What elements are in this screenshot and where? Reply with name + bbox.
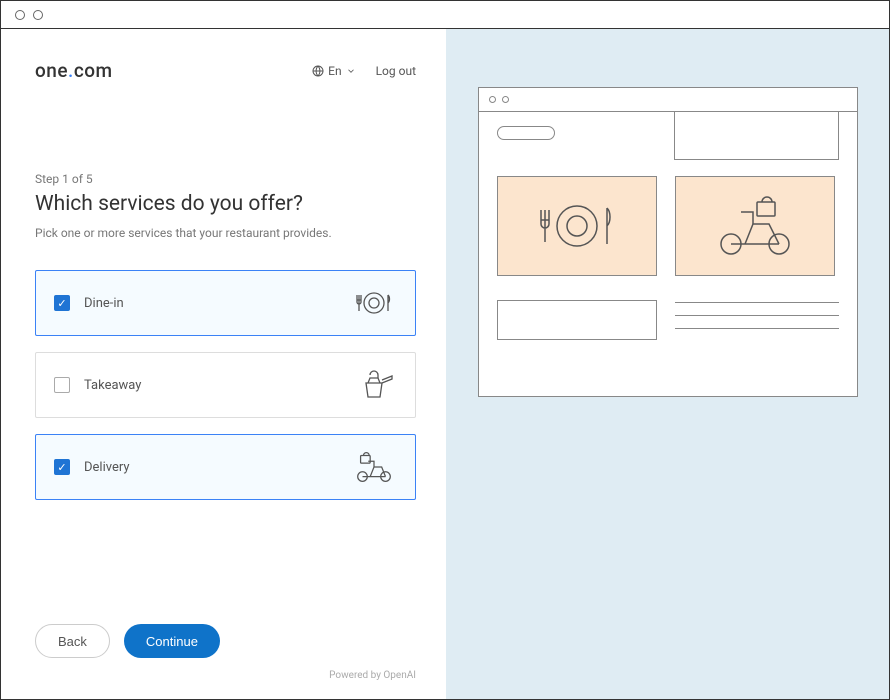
preview-browser-mock [478, 87, 858, 397]
preview-dot [502, 96, 509, 103]
preview-line [675, 302, 839, 303]
checkbox[interactable]: ✓ [54, 377, 70, 393]
options-list: ✓ Dine-in ✓ Takeaway [35, 270, 416, 500]
brand-prefix: one [35, 59, 68, 82]
right-pane [446, 29, 889, 699]
chevron-down-icon [346, 66, 356, 76]
dine-in-icon [351, 283, 397, 323]
logout-link[interactable]: Log out [376, 64, 416, 78]
step-label: Step 1 of 5 [35, 172, 416, 186]
option-delivery[interactable]: ✓ Delivery [35, 434, 416, 500]
option-label: Dine-in [84, 296, 124, 311]
checkbox[interactable]: ✓ [54, 295, 70, 311]
option-left: ✓ Takeaway [54, 377, 141, 393]
preview-line [675, 315, 839, 316]
preview-dot [489, 96, 496, 103]
window-control-dot[interactable] [15, 10, 25, 20]
brand-suffix: com [74, 59, 113, 82]
option-left: ✓ Dine-in [54, 295, 124, 311]
option-dine-in[interactable]: ✓ Dine-in [35, 270, 416, 336]
window-control-dot[interactable] [33, 10, 43, 20]
button-row: Back Continue [35, 624, 416, 658]
option-left: ✓ Delivery [54, 459, 130, 475]
preview-top-image-box [674, 112, 839, 160]
check-icon: ✓ [57, 298, 66, 309]
page-subheading: Pick one or more services that your rest… [35, 226, 416, 240]
left-pane: one.com En Log out Step 1 of 5 Which ser… [1, 29, 446, 699]
delivery-icon [351, 447, 397, 487]
option-label: Takeaway [84, 378, 141, 393]
powered-by-label: Powered by OpenAI [35, 670, 416, 681]
brand-logo[interactable]: one.com [35, 59, 113, 82]
preview-titlebar [479, 88, 857, 112]
footer: Back Continue Powered by OpenAI [35, 624, 416, 681]
preview-lower-box [497, 300, 657, 340]
header: one.com En Log out [35, 59, 416, 82]
option-label: Delivery [84, 460, 130, 475]
preview-text-lines [675, 300, 839, 329]
preview-tiles [497, 176, 839, 276]
preview-tile-dine-in [497, 176, 657, 276]
app-window: one.com En Log out Step 1 of 5 Which ser… [0, 0, 890, 700]
page-heading: Which services do you offer? [35, 192, 416, 216]
preview-lower [497, 300, 839, 340]
takeaway-icon [351, 365, 397, 405]
preview-body [479, 112, 857, 396]
preview-line [675, 328, 839, 329]
language-selector[interactable]: En [312, 64, 355, 78]
window-titlebar [1, 1, 889, 29]
checkbox[interactable]: ✓ [54, 459, 70, 475]
continue-button[interactable]: Continue [124, 624, 220, 658]
option-takeaway[interactable]: ✓ Takeaway [35, 352, 416, 418]
delivery-icon [707, 194, 803, 258]
dine-in-icon [529, 196, 625, 256]
back-button[interactable]: Back [35, 624, 110, 658]
check-icon: ✓ [57, 462, 66, 473]
globe-icon [312, 65, 324, 77]
content-area: one.com En Log out Step 1 of 5 Which ser… [1, 29, 889, 699]
header-right: En Log out [312, 64, 416, 78]
preview-tile-delivery [675, 176, 835, 276]
language-label: En [328, 64, 341, 78]
preview-pill-placeholder [497, 126, 555, 140]
